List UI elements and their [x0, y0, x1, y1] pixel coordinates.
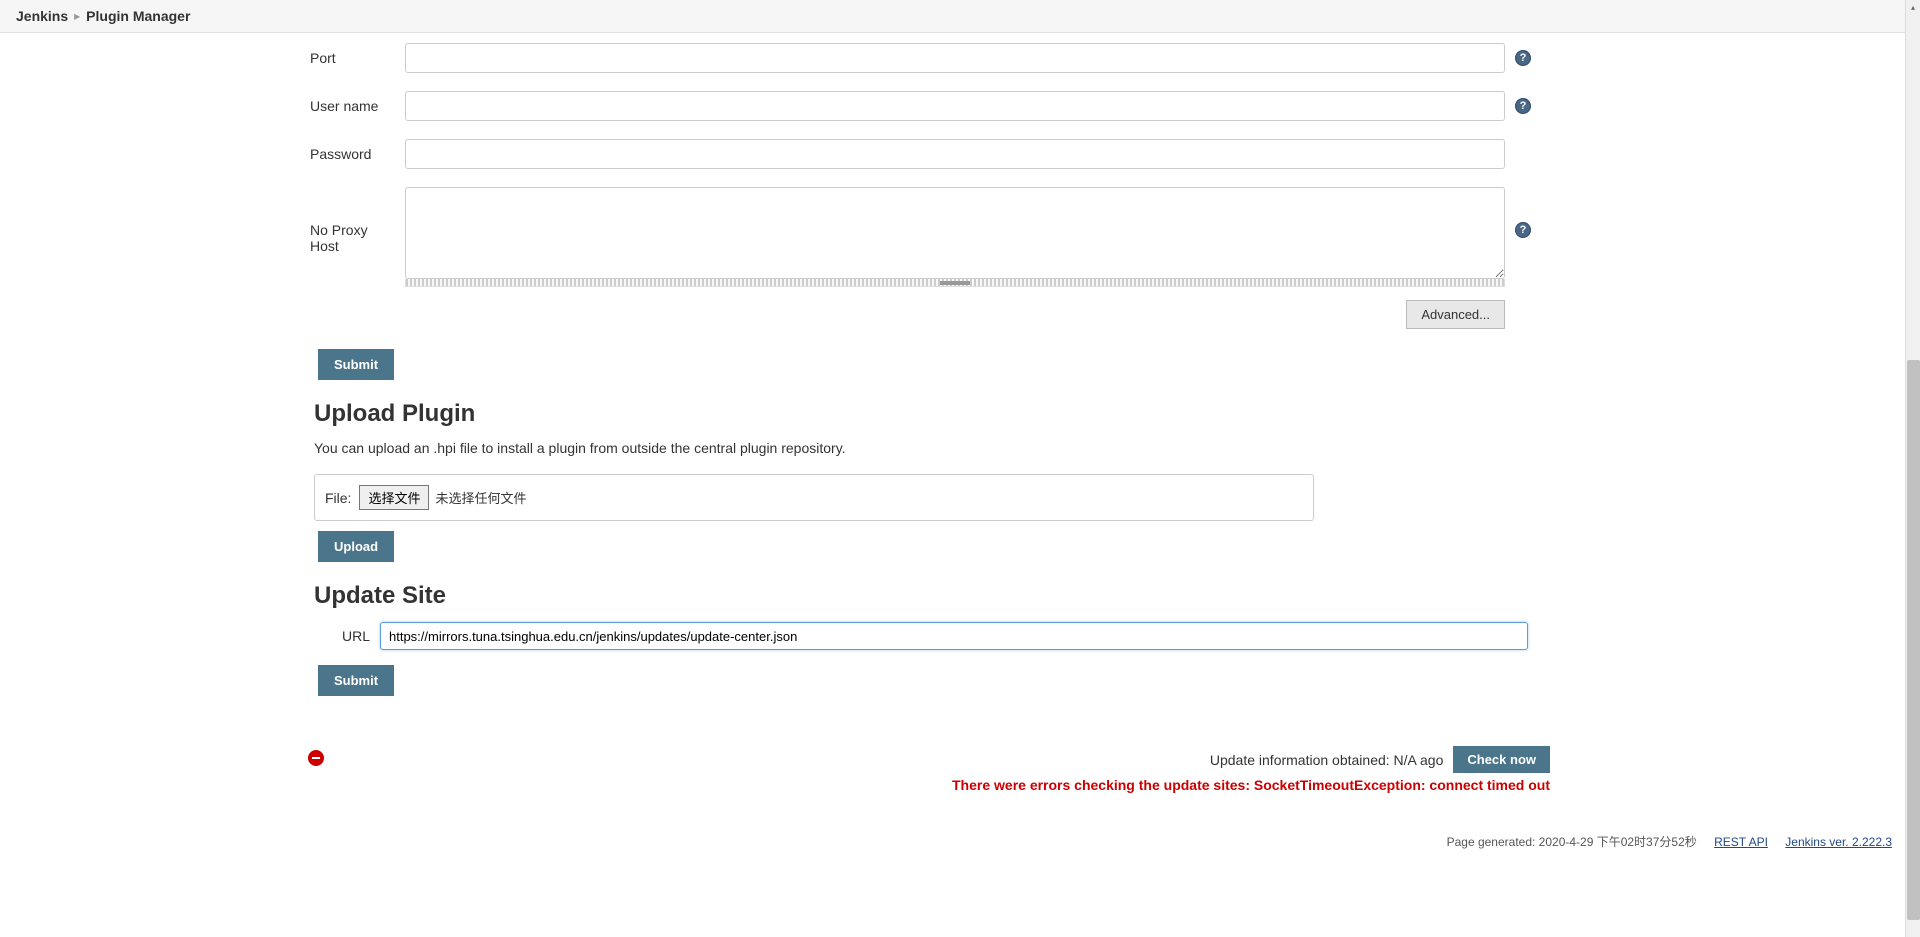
- username-input[interactable]: [405, 91, 1505, 121]
- choose-file-button[interactable]: 选择文件: [359, 485, 429, 510]
- port-input[interactable]: [405, 43, 1505, 73]
- upload-button[interactable]: Upload: [318, 531, 394, 562]
- noproxy-label: No Proxy Host: [310, 187, 405, 254]
- submit-update-button[interactable]: Submit: [318, 665, 394, 696]
- error-icon-col: [308, 746, 324, 766]
- password-label: Password: [310, 146, 405, 162]
- breadcrumb: Jenkins ▸ Plugin Manager: [0, 0, 1920, 33]
- page-footer: Page generated: 2020-4-29 下午02时37分52秒 RE…: [0, 793, 1900, 858]
- url-row: URL: [314, 622, 1550, 650]
- upload-plugin-title: Upload Plugin: [314, 400, 1550, 428]
- main-content: Port ? User name ? Password No Proxy Hos…: [0, 33, 1550, 793]
- update-site-title: Update Site: [314, 582, 1550, 610]
- resize-handle[interactable]: [405, 279, 1505, 287]
- help-icon[interactable]: ?: [1515, 50, 1531, 66]
- url-input[interactable]: [380, 622, 1528, 650]
- noproxy-row: No Proxy Host ?: [310, 187, 1550, 279]
- breadcrumb-plugin-manager[interactable]: Plugin Manager: [86, 8, 190, 24]
- error-icon: [308, 750, 324, 766]
- file-status: 未选择任何文件: [435, 488, 526, 507]
- update-obtained-text: Update information obtained: N/A ago: [1210, 752, 1444, 768]
- check-now-button[interactable]: Check now: [1453, 746, 1550, 773]
- advanced-row: Advanced...: [310, 300, 1505, 329]
- file-row: File: 选择文件 未选择任何文件: [314, 474, 1314, 521]
- page-generated: Page generated: 2020-4-29 下午02时37分52秒: [1447, 835, 1697, 849]
- help-icon[interactable]: ?: [1515, 222, 1531, 238]
- noproxy-textarea[interactable]: [405, 187, 1505, 279]
- error-text: There were errors checking the update si…: [310, 777, 1550, 793]
- upload-plugin-desc: You can upload an .hpi file to install a…: [314, 440, 1550, 456]
- footer-info: Update information obtained: N/A ago Che…: [310, 746, 1550, 793]
- scroll-thumb[interactable]: [1907, 360, 1920, 920]
- scroll-up-icon[interactable]: ▴: [1906, 0, 1920, 15]
- help-icon[interactable]: ?: [1515, 98, 1531, 114]
- update-info-col: Update information obtained: N/A ago Che…: [310, 746, 1550, 793]
- username-row: User name ?: [310, 91, 1550, 121]
- breadcrumb-jenkins[interactable]: Jenkins: [16, 8, 68, 24]
- advanced-button[interactable]: Advanced...: [1406, 300, 1505, 329]
- submit-button[interactable]: Submit: [318, 349, 394, 380]
- jenkins-version-link[interactable]: Jenkins ver. 2.222.3: [1785, 835, 1892, 849]
- rest-api-link[interactable]: REST API: [1714, 835, 1768, 849]
- password-row: Password: [310, 139, 1550, 169]
- password-input[interactable]: [405, 139, 1505, 169]
- chevron-right-icon: ▸: [74, 9, 80, 23]
- port-row: Port ?: [310, 43, 1550, 73]
- file-label: File:: [325, 490, 351, 506]
- username-label: User name: [310, 98, 405, 114]
- port-label: Port: [310, 50, 405, 66]
- scrollbar[interactable]: ▴: [1905, 0, 1920, 937]
- url-label: URL: [314, 628, 370, 644]
